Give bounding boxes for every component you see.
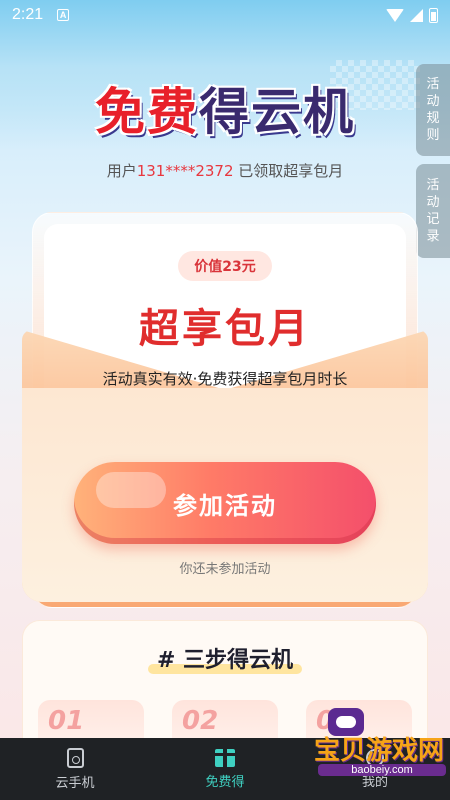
gift-icon: [213, 748, 237, 767]
tab-char: 活: [426, 77, 440, 92]
nav-item-cloud-phone[interactable]: 云手机: [0, 738, 150, 800]
tab-char: 动: [426, 195, 440, 210]
watermark-url: baobeiy.com: [318, 764, 446, 776]
phone-icon: [66, 747, 84, 768]
battery-icon: [429, 7, 438, 23]
status-icons: [386, 7, 438, 23]
tab-char: 动: [426, 94, 440, 109]
steps-title: # 三步得云机: [156, 648, 294, 673]
tab-char: 则: [426, 128, 440, 143]
tab-char: 活: [426, 178, 440, 193]
page-title-highlight: 免费: [95, 83, 199, 141]
user-phone: 131****2372: [136, 162, 234, 180]
join-button-label: 参加活动: [173, 491, 277, 520]
plan-name: 超享包月: [139, 306, 311, 352]
status-bar: 2:21 A: [0, 0, 450, 30]
nav-label: 免费得: [205, 774, 245, 790]
status-time: 2:21: [12, 6, 44, 23]
activity-rules-tab[interactable]: 活 动 规 则: [416, 64, 450, 156]
watermark-text: 宝贝游戏网: [313, 736, 444, 766]
tab-char: 记: [426, 212, 440, 227]
tab-char: 录: [426, 229, 440, 244]
wifi-icon: [386, 8, 404, 22]
subtitle-suffix: 已领取超享包月: [238, 162, 344, 180]
nav-label: 云手机: [55, 775, 95, 791]
claim-status-text: 用户131****2372 已领取超享包月: [0, 160, 450, 181]
plan-description: 活动真实有效·免费获得超享包月时长: [102, 370, 348, 388]
notification-icon: A: [57, 9, 70, 21]
signal-icon: [410, 8, 423, 22]
subtitle-prefix: 用户: [106, 162, 137, 180]
step-number: 02: [182, 706, 219, 736]
watermark: 宝贝游戏网 baobeiy.com: [314, 708, 448, 792]
join-status-text: 你还未参加活动: [179, 562, 271, 577]
tab-char: 规: [426, 111, 440, 126]
price-badge: 价值23元: [178, 251, 272, 281]
activity-records-tab[interactable]: 活 动 记 录: [416, 164, 450, 258]
join-activity-button[interactable]: 参加活动: [74, 462, 376, 544]
step-number: 01: [48, 706, 85, 736]
page-title-rest: 得云机: [199, 83, 355, 141]
page-title: 免费得云机: [0, 72, 450, 144]
